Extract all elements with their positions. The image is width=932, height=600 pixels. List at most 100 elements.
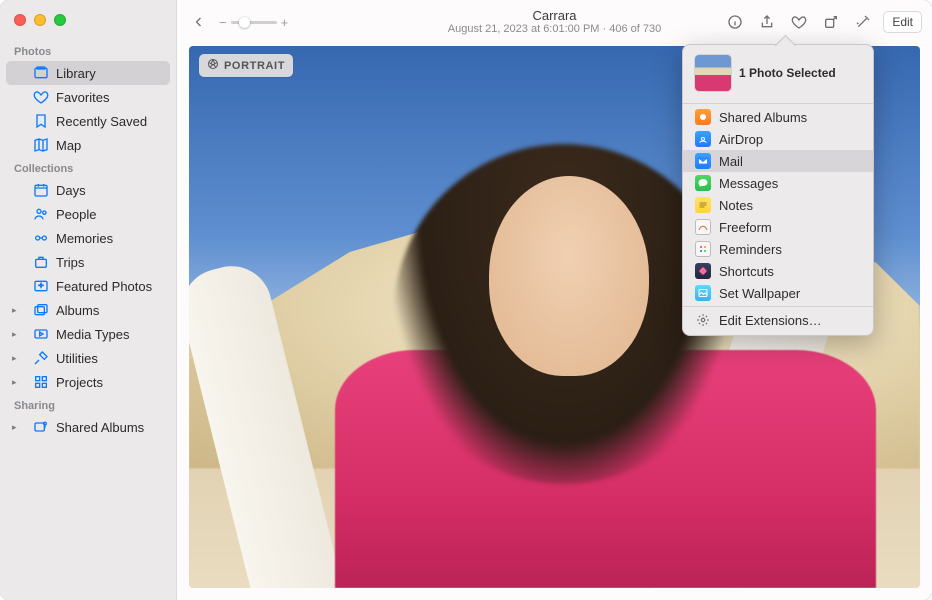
sidebar-item-label: Featured Photos <box>56 279 152 294</box>
menu-item-label: Shortcuts <box>719 264 774 279</box>
share-popover-title: 1 Photo Selected <box>739 66 836 80</box>
photos-window: Photos Library Favorites Recently Saved … <box>0 0 932 600</box>
library-icon <box>32 64 50 82</box>
notes-app-icon <box>695 197 711 213</box>
sidebar-item-days[interactable]: Days <box>6 178 170 202</box>
toolbar-title-area: Carrara August 21, 2023 at 6:01:00 PM · … <box>448 8 661 37</box>
separator <box>683 306 873 307</box>
menu-item-notes[interactable]: Notes <box>683 194 873 216</box>
sidebar-item-label: Media Types <box>56 327 129 342</box>
menu-item-label: Freeform <box>719 220 772 235</box>
sidebar-item-shared-albums[interactable]: ▸ Shared Albums <box>6 415 170 439</box>
sidebar-item-label: Favorites <box>56 90 109 105</box>
sidebar-item-label: Trips <box>56 255 84 270</box>
menu-item-edit-extensions[interactable]: Edit Extensions… <box>683 309 873 331</box>
sidebar-item-utilities[interactable]: ▸ Utilities <box>6 346 170 370</box>
sidebar-item-label: Projects <box>56 375 103 390</box>
close-window-button[interactable] <box>14 14 26 26</box>
menu-item-shortcuts[interactable]: Shortcuts <box>683 260 873 282</box>
main-content: − + Carrara August 21, 2023 at 6:01:00 P… <box>177 0 932 600</box>
sidebar-item-media-types[interactable]: ▸ Media Types <box>6 322 170 346</box>
sidebar-item-label: Albums <box>56 303 99 318</box>
menu-item-label: Set Wallpaper <box>719 286 800 301</box>
menu-item-freeform[interactable]: Freeform <box>683 216 873 238</box>
zoom-window-button[interactable] <box>54 14 66 26</box>
sidebar-item-featured-photos[interactable]: Featured Photos <box>6 274 170 298</box>
sidebar-item-albums[interactable]: ▸ Albums <box>6 298 170 322</box>
chevron-right-icon[interactable]: ▸ <box>12 353 17 364</box>
sidebar-section-photos: Photos <box>0 40 176 61</box>
mail-app-icon <box>695 153 711 169</box>
chevron-right-icon[interactable]: ▸ <box>12 305 17 316</box>
shortcuts-app-icon <box>695 263 711 279</box>
zoom-slider[interactable]: − + <box>219 15 288 30</box>
freeform-app-icon <box>695 219 711 235</box>
minimize-window-button[interactable] <box>34 14 46 26</box>
bookmark-icon <box>32 112 50 130</box>
share-button[interactable] <box>755 11 779 33</box>
menu-item-mail[interactable]: Mail <box>683 150 873 172</box>
share-thumbnail <box>695 55 731 91</box>
sidebar-section-sharing: Sharing <box>0 394 176 415</box>
shared-albums-app-icon <box>695 109 711 125</box>
toolbar: − + Carrara August 21, 2023 at 6:01:00 P… <box>177 0 932 44</box>
sidebar-item-label: Utilities <box>56 351 98 366</box>
shared-albums-icon <box>32 418 50 436</box>
chevron-right-icon[interactable]: ▸ <box>12 377 17 388</box>
portrait-badge: PORTRAIT <box>199 54 293 77</box>
menu-item-messages[interactable]: Messages <box>683 172 873 194</box>
auto-enhance-button[interactable] <box>851 11 875 33</box>
rotate-button[interactable] <box>819 11 843 33</box>
zoom-track[interactable] <box>231 21 277 24</box>
edit-button-label: Edit <box>892 15 913 29</box>
menu-item-label: Reminders <box>719 242 782 257</box>
menu-item-shared-albums[interactable]: Shared Albums <box>683 106 873 128</box>
utilities-icon <box>32 349 50 367</box>
back-button[interactable] <box>187 11 211 33</box>
favorite-button[interactable] <box>787 11 811 33</box>
menu-item-reminders[interactable]: Reminders <box>683 238 873 260</box>
info-button[interactable] <box>723 11 747 33</box>
sparkle-icon <box>32 277 50 295</box>
chevron-right-icon[interactable]: ▸ <box>12 329 17 340</box>
edit-button[interactable]: Edit <box>883 11 922 33</box>
sidebar-item-label: Shared Albums <box>56 420 144 435</box>
sidebar-section-collections: Collections <box>0 157 176 178</box>
sidebar-item-people[interactable]: People <box>6 202 170 226</box>
window-controls <box>0 0 176 40</box>
menu-item-label: Messages <box>719 176 778 191</box>
chevron-right-icon[interactable]: ▸ <box>12 422 17 433</box>
zoom-plus-icon: + <box>281 15 289 30</box>
sidebar-item-label: Library <box>56 66 96 81</box>
sidebar-item-memories[interactable]: Memories <box>6 226 170 250</box>
sidebar-item-recently-saved[interactable]: Recently Saved <box>6 109 170 133</box>
photo-title: Carrara <box>448 8 661 24</box>
menu-item-label: Shared Albums <box>719 110 807 125</box>
sidebar-item-library[interactable]: Library <box>6 61 170 85</box>
sidebar: Photos Library Favorites Recently Saved … <box>0 0 177 600</box>
reminders-app-icon <box>695 241 711 257</box>
sidebar-item-map[interactable]: Map <box>6 133 170 157</box>
messages-app-icon <box>695 175 711 191</box>
photo-subtitle: August 21, 2023 at 6:01:00 PM · 406 of 7… <box>448 23 661 36</box>
gear-icon <box>695 312 711 328</box>
menu-item-label: AirDrop <box>719 132 763 147</box>
sidebar-item-label: Days <box>56 183 86 198</box>
menu-item-set-wallpaper[interactable]: Set Wallpaper <box>683 282 873 304</box>
share-popover-header: 1 Photo Selected <box>683 45 873 101</box>
sidebar-item-projects[interactable]: ▸ Projects <box>6 370 170 394</box>
aperture-icon <box>207 58 219 73</box>
toolbar-left: − + <box>187 11 288 33</box>
menu-item-label: Notes <box>719 198 753 213</box>
airdrop-icon <box>695 131 711 147</box>
sidebar-item-label: Recently Saved <box>56 114 147 129</box>
zoom-minus-icon: − <box>219 15 227 30</box>
menu-item-airdrop[interactable]: AirDrop <box>683 128 873 150</box>
albums-icon <box>32 301 50 319</box>
sidebar-item-trips[interactable]: Trips <box>6 250 170 274</box>
menu-item-label: Mail <box>719 154 743 169</box>
separator <box>683 103 873 104</box>
memories-icon <box>32 229 50 247</box>
zoom-knob[interactable] <box>239 17 250 28</box>
sidebar-item-favorites[interactable]: Favorites <box>6 85 170 109</box>
